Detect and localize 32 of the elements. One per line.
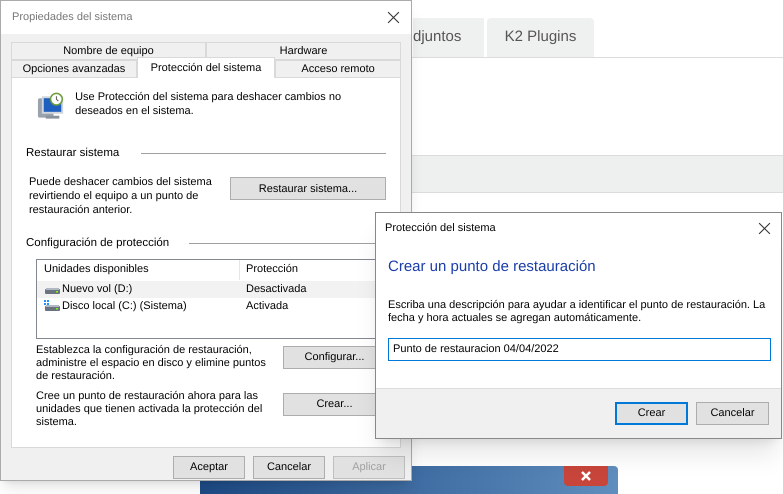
- dialog-title: Protección del sistema: [385, 221, 496, 236]
- tab[interactable]: Hardware: [206, 42, 401, 60]
- dialog-button[interactable]: Crear: [615, 402, 688, 425]
- section-heading: Restaurar sistema: [26, 146, 120, 161]
- tab[interactable]: Acceso remoto: [275, 60, 402, 78]
- drive-name: Disco local (C:) (Sistema): [62, 298, 187, 314]
- dialog-button[interactable]: Aceptar: [173, 456, 245, 479]
- intro-text: Use Protección del sistema para deshacer cambios no deseados en el sistema.: [75, 90, 342, 118]
- close-button[interactable]: [564, 466, 608, 486]
- protection-status: Activada: [245, 298, 288, 314]
- description-field[interactable]: Punto de restauracion 04/04/2022: [388, 338, 771, 360]
- tab[interactable]: Protección del sistema: [136, 57, 276, 78]
- drive-name: Nuevo vol (D:): [62, 282, 132, 297]
- configure-description: Establezca la configuración de restauración, administre el espacio en disco y elimine puntos de restauración.: [36, 344, 267, 382]
- create-description: Cree un punto de restauración ahora para las unidades que tienen activada la protección del sistema.: [36, 390, 264, 428]
- close-icon[interactable]: [387, 11, 400, 24]
- protection-status: Desactivada: [245, 282, 307, 297]
- dialog-description: Escriba una descripción para ayudar a identificar el punto de restauración. La fecha y hora actuales se agregan automáticamente.: [388, 298, 766, 324]
- column-header[interactable]: Unidades disponibles: [37, 260, 240, 280]
- tab[interactable]: Opciones avanzadas: [11, 60, 137, 78]
- dialog-button[interactable]: Cancelar: [253, 456, 325, 479]
- restore-description: Puede deshacer cambios del sistema revirtiendo el equipo a un punto de restauración anterior.: [29, 175, 213, 218]
- window-title: Propiedades del sistema: [12, 10, 132, 26]
- close-icon[interactable]: [758, 222, 771, 235]
- restore-system-button[interactable]: Restaurar sistema...: [230, 177, 386, 200]
- system-drive-icon: [44, 300, 60, 312]
- page-tab[interactable]: djuntos: [413, 18, 484, 57]
- section-heading: Configuración de protección: [26, 236, 170, 252]
- dialog-button[interactable]: Cancelar: [696, 402, 769, 425]
- page-tab[interactable]: K2 Plugins: [487, 18, 594, 57]
- tab[interactable]: Nombre de equipo: [11, 42, 206, 60]
- dialog-heading: Crear un punto de restauración: [388, 257, 597, 277]
